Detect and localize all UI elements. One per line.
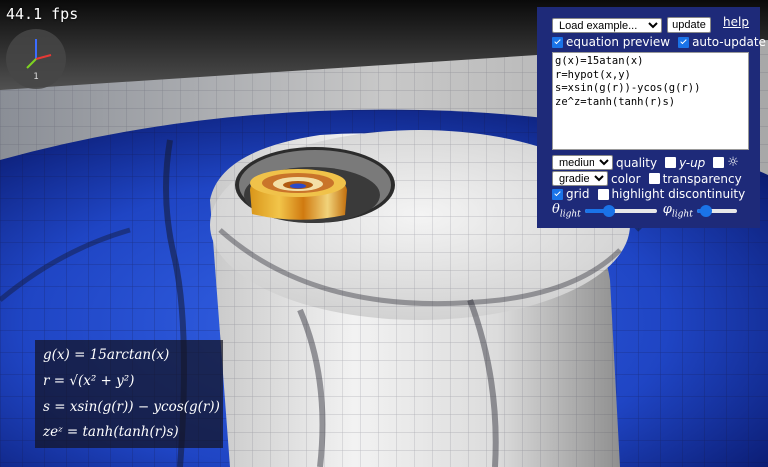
gizmo-label: 1 bbox=[33, 72, 39, 82]
quality-label: quality bbox=[616, 155, 658, 170]
equation-textarea[interactable]: g(x)=15atan(x) r=hypot(x,y) s=xsin(g(r))… bbox=[552, 52, 749, 150]
theta-light-slider[interactable] bbox=[584, 204, 657, 218]
load-example-select[interactable]: Load example... bbox=[552, 17, 662, 33]
equation-preview-label: equation preview bbox=[566, 35, 671, 49]
highlight-discontinuity-checkbox[interactable] bbox=[597, 188, 609, 200]
equation-line-1: g(x) = 15arctan(x) bbox=[43, 347, 170, 363]
equation-line-4: zeᶻ = tanh(tanh(r)s) bbox=[43, 424, 179, 440]
phi-symbol: φ bbox=[662, 202, 672, 217]
help-link[interactable]: help bbox=[723, 15, 749, 29]
transparency-checkbox[interactable] bbox=[648, 173, 660, 184]
y-axis-line bbox=[26, 58, 37, 69]
grid-checkbox[interactable] bbox=[552, 188, 563, 200]
equation-line-2: r = √(x² + y²) bbox=[43, 373, 135, 389]
light-sun-icon: ☼ bbox=[727, 155, 739, 170]
quality-select[interactable]: medium bbox=[552, 155, 613, 170]
control-panel: Load example... update help equation pre… bbox=[537, 7, 766, 228]
phi-light-slider[interactable] bbox=[696, 204, 737, 218]
theta-subscript: light bbox=[559, 209, 581, 220]
equation-preview-overlay: g(x) = 15arctan(x) r = √(x² + y²) s = xs… bbox=[35, 340, 223, 448]
x-axis-line bbox=[35, 54, 52, 60]
color-label: color bbox=[611, 171, 641, 186]
fps-counter: 44.1 fps bbox=[6, 5, 79, 23]
update-button[interactable]: update bbox=[667, 17, 711, 33]
theta-symbol: θ bbox=[552, 202, 560, 217]
phi-slider-thumb[interactable] bbox=[699, 204, 712, 217]
highlight-discontinuity-label: highlight discontinuity bbox=[611, 187, 746, 201]
y-up-label: y-up bbox=[679, 155, 706, 170]
phi-subscript: light bbox=[671, 209, 693, 220]
auto-update-checkbox[interactable] bbox=[678, 36, 690, 48]
auto-update-label: auto-update bbox=[692, 35, 766, 49]
grid-label: grid bbox=[566, 187, 590, 201]
equation-preview-checkbox[interactable] bbox=[552, 36, 563, 48]
axes-orientation-gizmo[interactable]: 1 bbox=[6, 29, 66, 89]
theta-light-label: θlight bbox=[552, 202, 581, 220]
transparency-label: transparency bbox=[662, 171, 742, 186]
phi-light-label: φlight bbox=[663, 202, 693, 220]
theta-slider-thumb[interactable] bbox=[602, 204, 615, 217]
light-checkbox[interactable] bbox=[713, 157, 725, 168]
equation-line-3: s = xsin(g(r)) − ycos(g(r)) bbox=[43, 399, 220, 415]
y-up-checkbox[interactable] bbox=[665, 157, 677, 168]
color-select[interactable]: gradient bbox=[552, 171, 608, 186]
